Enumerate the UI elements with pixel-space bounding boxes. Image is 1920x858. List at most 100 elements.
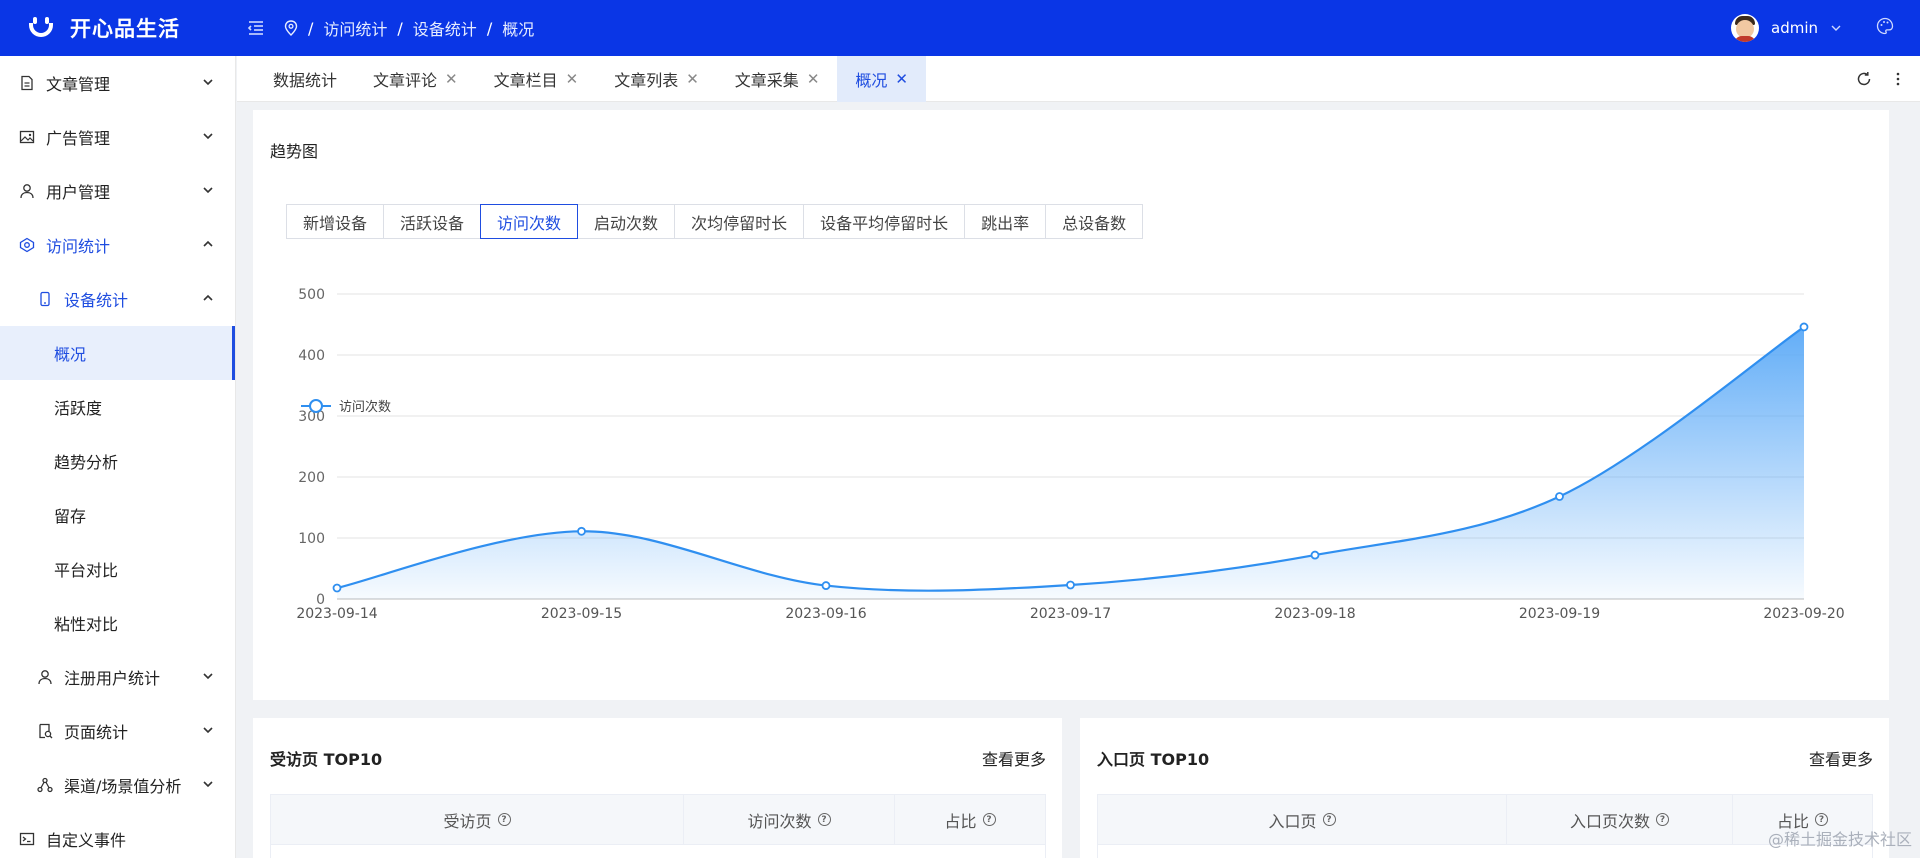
top-header: 开心品生活 / 访问统计 / 设备统计 / 概况 admin — [0, 0, 1920, 56]
top-pages-card: 受访页 TOP10 查看更多 受访页? 访问次数? 占比? — [253, 718, 1062, 858]
sidebar-item-platform-compare[interactable]: 平台对比 — [0, 542, 235, 596]
page-search-icon — [36, 722, 54, 740]
help-icon[interactable]: ? — [1656, 813, 1669, 826]
column-label: 占比 — [944, 811, 977, 831]
close-icon[interactable]: ✕ — [686, 70, 699, 88]
help-icon[interactable]: ? — [1815, 813, 1828, 826]
close-icon[interactable]: ✕ — [445, 70, 458, 88]
trend-chart: 01002003004005002023-09-14 2023-09-15 2023… — [296, 287, 1844, 622]
metric-avg-stay-per-visit[interactable]: 次均停留时长 — [674, 204, 805, 239]
entry-pages-more-link[interactable]: 查看更多 — [1809, 746, 1873, 770]
user-icon — [18, 182, 36, 200]
metric-visits[interactable]: 访问次数 — [480, 204, 579, 239]
x-tick-label: 2023-09-19 — [1519, 606, 1600, 622]
collapse-menu-button[interactable] — [236, 8, 276, 48]
column-label: 受访页 — [443, 811, 492, 831]
tab-article-list[interactable]: 文章列表 ✕ — [596, 56, 717, 102]
tab-article-comments[interactable]: 文章评论 ✕ — [355, 56, 476, 102]
terminal-icon — [18, 830, 36, 848]
help-icon[interactable]: ? — [982, 813, 996, 826]
breadcrumb-item[interactable]: 设备统计 — [413, 16, 477, 40]
sidebar-item-label: 留存 — [54, 507, 87, 526]
top-pages-more-link[interactable]: 查看更多 — [982, 746, 1046, 770]
tab-article-collect[interactable]: 文章采集 ✕ — [717, 56, 838, 102]
metric-avg-stay-per-device[interactable]: 设备平均停留时长 — [803, 204, 966, 239]
table-header[interactable]: 入口页次数? — [1507, 795, 1733, 844]
metric-bounce-rate[interactable]: 跳出率 — [964, 204, 1047, 239]
tab-data-stats[interactable]: 数据统计 — [255, 56, 355, 102]
sidebar-item-label: 注册用户统计 — [64, 669, 161, 688]
close-icon[interactable]: ✕ — [895, 70, 908, 88]
sidebar-item-retention[interactable]: 留存 — [0, 488, 235, 542]
sidebar-item-label: 自定义事件 — [46, 831, 127, 850]
x-tick-label: 2023-09-15 — [541, 606, 622, 622]
user-name[interactable]: admin — [1771, 19, 1818, 37]
sidebar-item-label: 平台对比 — [54, 561, 119, 580]
sidebar-item-label: 设备统计 — [64, 291, 129, 310]
data-point — [577, 526, 586, 536]
smile-logo-icon — [26, 13, 56, 43]
metric-launches[interactable]: 启动次数 — [577, 204, 676, 239]
sidebar-item-stickiness-compare[interactable]: 粘性对比 — [0, 596, 235, 650]
top-pages-title: 受访页 TOP10 — [270, 750, 383, 769]
sidebar-item-custom-events[interactable]: 自定义事件 — [0, 812, 235, 858]
help-icon[interactable]: ? — [1322, 813, 1336, 826]
legend-label: 访问次数 — [339, 399, 391, 415]
sidebar-item-label: 用户管理 — [46, 183, 111, 202]
sidebar-item-page-stats[interactable]: 页面统计 — [0, 704, 235, 758]
sidebar-item-channel-analysis[interactable]: 渠道/场景值分析 — [0, 758, 235, 812]
table-header[interactable]: 访问次数? — [684, 795, 895, 844]
tab-overview[interactable]: 概况 ✕ — [837, 55, 926, 102]
breadcrumb-item[interactable]: 访问统计 — [323, 16, 387, 40]
column-label: 访问次数 — [747, 811, 812, 831]
sidebar-item-label: 活跃度 — [54, 399, 103, 418]
chevron-down-icon — [203, 133, 213, 140]
metric-active-devices[interactable]: 活跃设备 — [383, 204, 482, 239]
sidebar-item-label: 页面统计 — [64, 723, 129, 742]
sidebar-item-activity[interactable]: 活跃度 — [0, 380, 235, 434]
help-icon[interactable]: ? — [497, 813, 511, 826]
help-icon[interactable]: ? — [817, 813, 831, 826]
theme-palette-icon[interactable] — [1876, 17, 1894, 39]
sidebar-item-registered-user-stats[interactable]: 注册用户统计 — [0, 650, 235, 704]
brand-name: 开心品生活 — [70, 17, 180, 41]
chevron-down-icon[interactable] — [1830, 22, 1842, 34]
more-vertical-icon[interactable] — [1890, 71, 1906, 87]
legend-marker — [309, 399, 323, 413]
breadcrumb: / 访问统计 / 设备统计 / 概况 — [284, 16, 534, 40]
sidebar-item-user-management[interactable]: 用户管理 — [0, 164, 235, 218]
sidebar-item-device-stats[interactable]: 设备统计 — [0, 272, 235, 326]
tab-article-columns[interactable]: 文章栏目 ✕ — [476, 56, 597, 102]
sidebar-item-article-management[interactable]: 文章管理 — [0, 56, 235, 110]
chevron-up-icon — [203, 294, 213, 301]
tab-label: 文章采集 — [734, 70, 799, 90]
entry-pages-title: 入口页 TOP10 — [1097, 750, 1210, 769]
close-icon[interactable]: ✕ — [807, 70, 820, 88]
user-icon — [36, 668, 54, 686]
tab-label: 数据统计 — [273, 70, 338, 90]
metric-new-devices[interactable]: 新增设备 — [286, 204, 385, 239]
sidebar-item-trend-analysis[interactable]: 趋势分析 — [0, 434, 235, 488]
table-header[interactable]: 占比? — [895, 795, 1045, 844]
y-tick-label: 500 — [298, 287, 325, 303]
chevron-down-icon — [203, 781, 213, 788]
avatar[interactable] — [1731, 14, 1759, 42]
tab-bar: 数据统计 文章评论 ✕ 文章栏目 ✕ 文章列表 ✕ 文章采集 ✕ 概况 ✕ — [237, 55, 1920, 102]
sidebar-item-ad-management[interactable]: 广告管理 — [0, 110, 235, 164]
data-point — [1310, 550, 1320, 560]
top-pages-table: 受访页? 访问次数? 占比? — [270, 794, 1046, 858]
tab-label: 文章栏目 — [493, 70, 558, 90]
sidebar-item-overview[interactable]: 概况 — [0, 326, 235, 380]
y-tick-label: 100 — [298, 531, 325, 547]
metric-total-devices[interactable]: 总设备数 — [1045, 204, 1144, 239]
sidebar-item-visit-stats[interactable]: 访问统计 — [0, 218, 235, 272]
brand[interactable]: 开心品生活 — [0, 0, 236, 56]
refresh-icon[interactable] — [1856, 71, 1872, 87]
chevron-down-icon — [203, 673, 213, 680]
metric-tabs: 新增设备 活跃设备 访问次数 启动次数 次均停留时长 设备平均停留时长 跳出率 … — [286, 204, 1144, 239]
sidebar-item-label: 广告管理 — [46, 129, 111, 148]
table-header[interactable]: 入口页? — [1098, 795, 1507, 844]
chevron-down-icon — [203, 727, 213, 734]
close-icon[interactable]: ✕ — [566, 70, 579, 88]
table-header[interactable]: 受访页? — [271, 795, 684, 844]
